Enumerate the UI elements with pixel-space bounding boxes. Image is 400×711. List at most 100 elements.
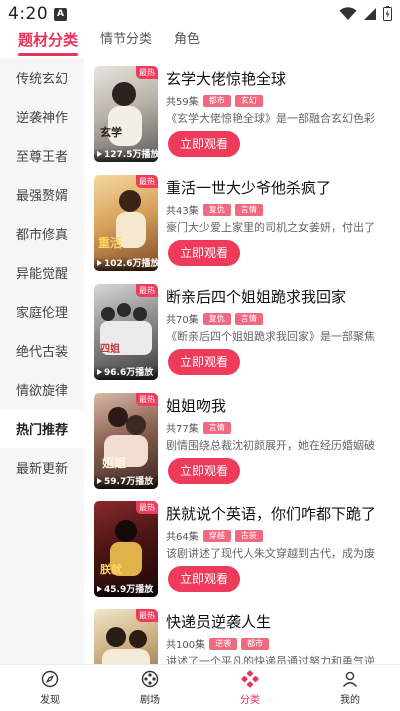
play-icon (97, 369, 102, 375)
hot-badge: 最热 (136, 501, 158, 514)
genre-tag: 都市 (202, 94, 231, 107)
poster-image[interactable]: 玄学 最热 127.5万播放 (94, 66, 158, 162)
episode-count: 共64集 (166, 532, 199, 543)
view-count: 102.6万播放 (94, 257, 158, 271)
poster-image[interactable]: 四姐 最热 96.6万播放 (94, 284, 158, 380)
drama-meta: 共70集 复仇 言情 (166, 311, 263, 326)
nav-label: 分类 (240, 695, 260, 706)
drama-title[interactable]: 重活一世大少爷他杀疯了 (166, 177, 331, 198)
nav-category[interactable]: 分类 (200, 665, 300, 711)
tab-role[interactable]: 角色 (174, 30, 200, 50)
episode-count: 共59集 (166, 97, 199, 108)
genre-tag: 言情 (202, 421, 231, 434)
drama-description: 剧情围绕总裁沈初颜展开，她在经历婚姻破 (166, 439, 375, 452)
drama-list: 玄学 最热 127.5万播放 玄学大佬惊艳全球 共59集 都市 玄幻 《玄学大佬… (84, 58, 400, 664)
drama-description: 《玄学大佬惊艳全球》是一部融合玄幻色彩 (166, 112, 375, 125)
poster-image[interactable]: 朕就 最热 45.9万播放 (94, 501, 158, 597)
watch-now-button[interactable]: 立即观看 (168, 349, 240, 375)
svg-text:姐姐: 姐姐 (102, 455, 126, 470)
list-item[interactable]: 姐姐 最热 59.7万播放 姐姐吻我 共77集 言情 剧情围绕总裁沈初颜展开，她… (94, 393, 396, 489)
drama-description: 讲述了一个平凡的快递员通过努力和勇气逆 (166, 655, 375, 664)
genre-tag: 复仇 (202, 203, 231, 216)
list-item[interactable]: 最热 快递员逆袭人生 共100集 逆袭 都市 讲述了一个平凡的快递员通过努力和勇… (94, 609, 396, 664)
genre-tag: 言情 (234, 203, 263, 216)
poster-image[interactable]: 最热 (94, 609, 158, 664)
nav-discover[interactable]: 发现 (0, 665, 100, 711)
hot-badge: 最热 (136, 284, 158, 297)
sidebar-item-latest[interactable]: 最新更新 (0, 448, 84, 487)
genre-tag: 逆袭 (209, 637, 238, 650)
nav-label: 剧场 (140, 695, 160, 706)
genre-tag: 言情 (234, 312, 263, 325)
drama-meta: 共43集 复仇 言情 (166, 202, 263, 217)
watch-now-button[interactable]: 立即观看 (168, 566, 240, 592)
play-icon (97, 586, 102, 592)
episode-count: 共77集 (166, 424, 199, 435)
drama-meta: 共59集 都市 玄幻 (166, 93, 263, 108)
genre-tag: 复仇 (202, 312, 231, 325)
nav-theater[interactable]: 剧场 (100, 665, 200, 711)
drama-description: 《断亲后四个姐姐跪求我回家》是一部聚焦 (166, 330, 375, 343)
sidebar-item-traditional-fantasy[interactable]: 传统玄幻 (0, 58, 84, 97)
nav-label: 我的 (340, 695, 360, 706)
view-count: 127.5万播放 (94, 148, 158, 162)
status-icons (339, 6, 392, 21)
sidebar-item-son-in-law[interactable]: 最强赘婿 (0, 175, 84, 214)
sidebar-item-romance-melody[interactable]: 情欲旋律 (0, 370, 84, 409)
episode-count: 共70集 (166, 315, 199, 326)
sidebar-item-hot-picks[interactable]: 热门推荐 (0, 409, 84, 448)
svg-text:朕就: 朕就 (100, 562, 122, 576)
view-count: 96.6万播放 (94, 366, 158, 380)
watch-now-button[interactable]: 立即观看 (168, 458, 240, 484)
signal-icon (364, 7, 376, 20)
battery-icon (383, 6, 392, 21)
compass-icon (41, 670, 59, 688)
view-count: 45.9万播放 (94, 583, 158, 597)
list-item[interactable]: 朕就 最热 45.9万播放 朕就说个英语，你们咋都下跪了 共64集 穿越 古装 … (94, 501, 396, 597)
drama-title[interactable]: 姐姐吻我 (166, 395, 226, 416)
genre-tag: 都市 (241, 637, 270, 650)
bottom-nav: 发现 剧场 分类 我的 (0, 664, 400, 711)
hot-badge: 最热 (136, 66, 158, 79)
user-icon (342, 671, 358, 687)
drama-title[interactable]: 玄学大佬惊艳全球 (166, 68, 286, 89)
drama-description: 豪门大少爱上家里的司机之女姜妍，付出了 (166, 221, 375, 234)
sidebar-item-urban-cultivation[interactable]: 都市修真 (0, 214, 84, 253)
drama-meta: 共100集 逆袭 都市 (166, 636, 270, 651)
hot-badge: 最热 (136, 393, 158, 406)
status-bar: 4:20 A (0, 0, 400, 28)
sidebar-item-costume[interactable]: 绝代古装 (0, 331, 84, 370)
category-icon (241, 670, 259, 688)
list-item[interactable]: 四姐 最热 96.6万播放 断亲后四个姐姐跪求我回家 共70集 复仇 言情 《断… (94, 284, 396, 380)
tab-plot[interactable]: 情节分类 (100, 30, 152, 50)
status-time: 4:20 (8, 4, 49, 24)
episode-count: 共43集 (166, 206, 199, 217)
drama-meta: 共64集 穿越 古装 (166, 528, 263, 543)
nav-mine[interactable]: 我的 (300, 665, 400, 711)
wifi-icon (339, 6, 357, 20)
tab-genre[interactable]: 题材分类 (18, 30, 79, 56)
film-reel-icon (141, 670, 159, 688)
sidebar-item-superpower[interactable]: 异能觉醒 (0, 253, 84, 292)
watch-now-button[interactable]: 立即观看 (168, 240, 240, 266)
sidebar-item-comeback[interactable]: 逆袭神作 (0, 97, 84, 136)
list-item[interactable]: 玄学 最热 127.5万播放 玄学大佬惊艳全球 共59集 都市 玄幻 《玄学大佬… (94, 66, 396, 162)
hot-badge: 最热 (136, 609, 158, 622)
list-item[interactable]: 重活 最热 102.6万播放 重活一世大少爷他杀疯了 共43集 复仇 言情 豪门… (94, 175, 396, 271)
play-icon (97, 478, 102, 484)
notification-a-icon: A (54, 8, 67, 21)
play-icon (97, 151, 102, 157)
svg-text:玄学: 玄学 (100, 125, 122, 139)
sidebar-item-family-ethics[interactable]: 家庭伦理 (0, 292, 84, 331)
drama-meta: 共77集 言情 (166, 420, 231, 435)
drama-title[interactable]: 断亲后四个姐姐跪求我回家 (166, 286, 346, 307)
drama-title[interactable]: 快递员逆袭人生 (166, 611, 271, 632)
view-count: 59.7万播放 (94, 475, 158, 489)
genre-tag: 穿越 (202, 529, 231, 542)
drama-title[interactable]: 朕就说个英语，你们咋都下跪了 (166, 503, 376, 524)
poster-image[interactable]: 姐姐 最热 59.7万播放 (94, 393, 158, 489)
svg-text:四姐: 四姐 (100, 342, 120, 355)
sidebar-item-supreme-king[interactable]: 至尊王者 (0, 136, 84, 175)
watch-now-button[interactable]: 立即观看 (168, 131, 240, 157)
poster-image[interactable]: 重活 最热 102.6万播放 (94, 175, 158, 271)
